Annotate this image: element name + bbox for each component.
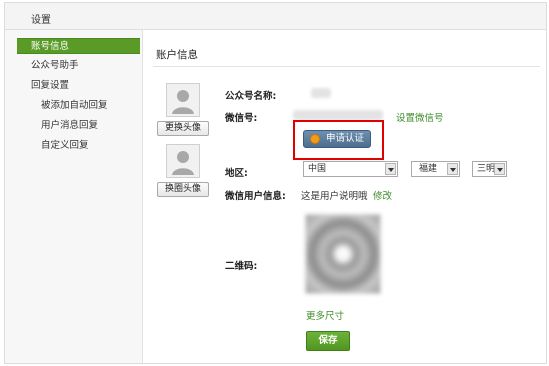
main-content: 账户信息 更换头像 换圈头像 公众号名称: 微信号: 设置微信号 申请认证 地区… (143, 30, 546, 363)
user-info-value: 这是用户说明哦 (301, 191, 368, 202)
avatar (166, 83, 200, 117)
section-divider (153, 66, 540, 67)
city-selected-value: 三明 (477, 164, 496, 174)
dropdown-arrow-icon (447, 163, 458, 175)
sidebar: 账号信息 公众号助手 回复设置 被添加自动回复 用户消息回复 自定义回复 (5, 30, 143, 363)
more-sizes-link[interactable]: 更多尺寸 (306, 308, 344, 322)
section-title: 账户信息 (156, 49, 198, 61)
qr-code-image (305, 214, 381, 294)
public-name-label: 公众号名称: (225, 91, 277, 102)
province-selected-value: 福建 (419, 164, 438, 174)
apply-certification-button[interactable]: 申请认证 (303, 130, 371, 148)
city-select[interactable]: 三明 (472, 161, 507, 177)
sidebar-item-custom-reply[interactable]: 自定义回复 (17, 138, 89, 154)
check-badge-icon (310, 134, 320, 144)
user-info-label: 微信用户信息: (225, 191, 286, 202)
settings-window: 设置 账号信息 公众号助手 回复设置 被添加自动回复 用户消息回复 自定义回复 … (4, 2, 547, 364)
public-name-value-blurred (311, 88, 331, 98)
sidebar-item-message-reply[interactable]: 用户消息回复 (17, 118, 98, 134)
apply-certification-label: 申请认证 (326, 133, 365, 144)
page-title: 设置 (31, 15, 51, 26)
change-image-avatar-button[interactable]: 换圈头像 (157, 182, 209, 197)
dropdown-arrow-icon (494, 163, 505, 175)
country-selected-value: 中国 (308, 164, 327, 174)
dropdown-arrow-icon (385, 163, 396, 175)
user-silhouette-icon (167, 84, 199, 116)
province-select[interactable]: 福建 (411, 161, 460, 177)
qr-code-label: 二维码: (225, 261, 258, 272)
wechat-id-value-blurred (293, 110, 383, 120)
set-wechat-id-link[interactable]: 设置微信号 (396, 110, 444, 124)
country-select[interactable]: 中国 (303, 161, 398, 177)
sidebar-item-account-info[interactable]: 账号信息 (17, 38, 140, 54)
avatar (166, 144, 200, 178)
edit-user-info-link[interactable]: 修改 (373, 188, 392, 202)
region-label: 地区: (225, 168, 248, 179)
sidebar-item-auto-reply[interactable]: 被添加自动回复 (17, 98, 108, 114)
sidebar-item-assistant[interactable]: 公众号助手 (17, 58, 79, 74)
top-bar: 设置 (5, 3, 546, 30)
user-silhouette-icon (167, 145, 199, 177)
change-avatar-button[interactable]: 更换头像 (157, 121, 209, 136)
sidebar-item-reply-settings[interactable]: 回复设置 (17, 78, 69, 94)
save-button[interactable]: 保存 (306, 331, 350, 351)
wechat-id-label: 微信号: (225, 113, 258, 124)
